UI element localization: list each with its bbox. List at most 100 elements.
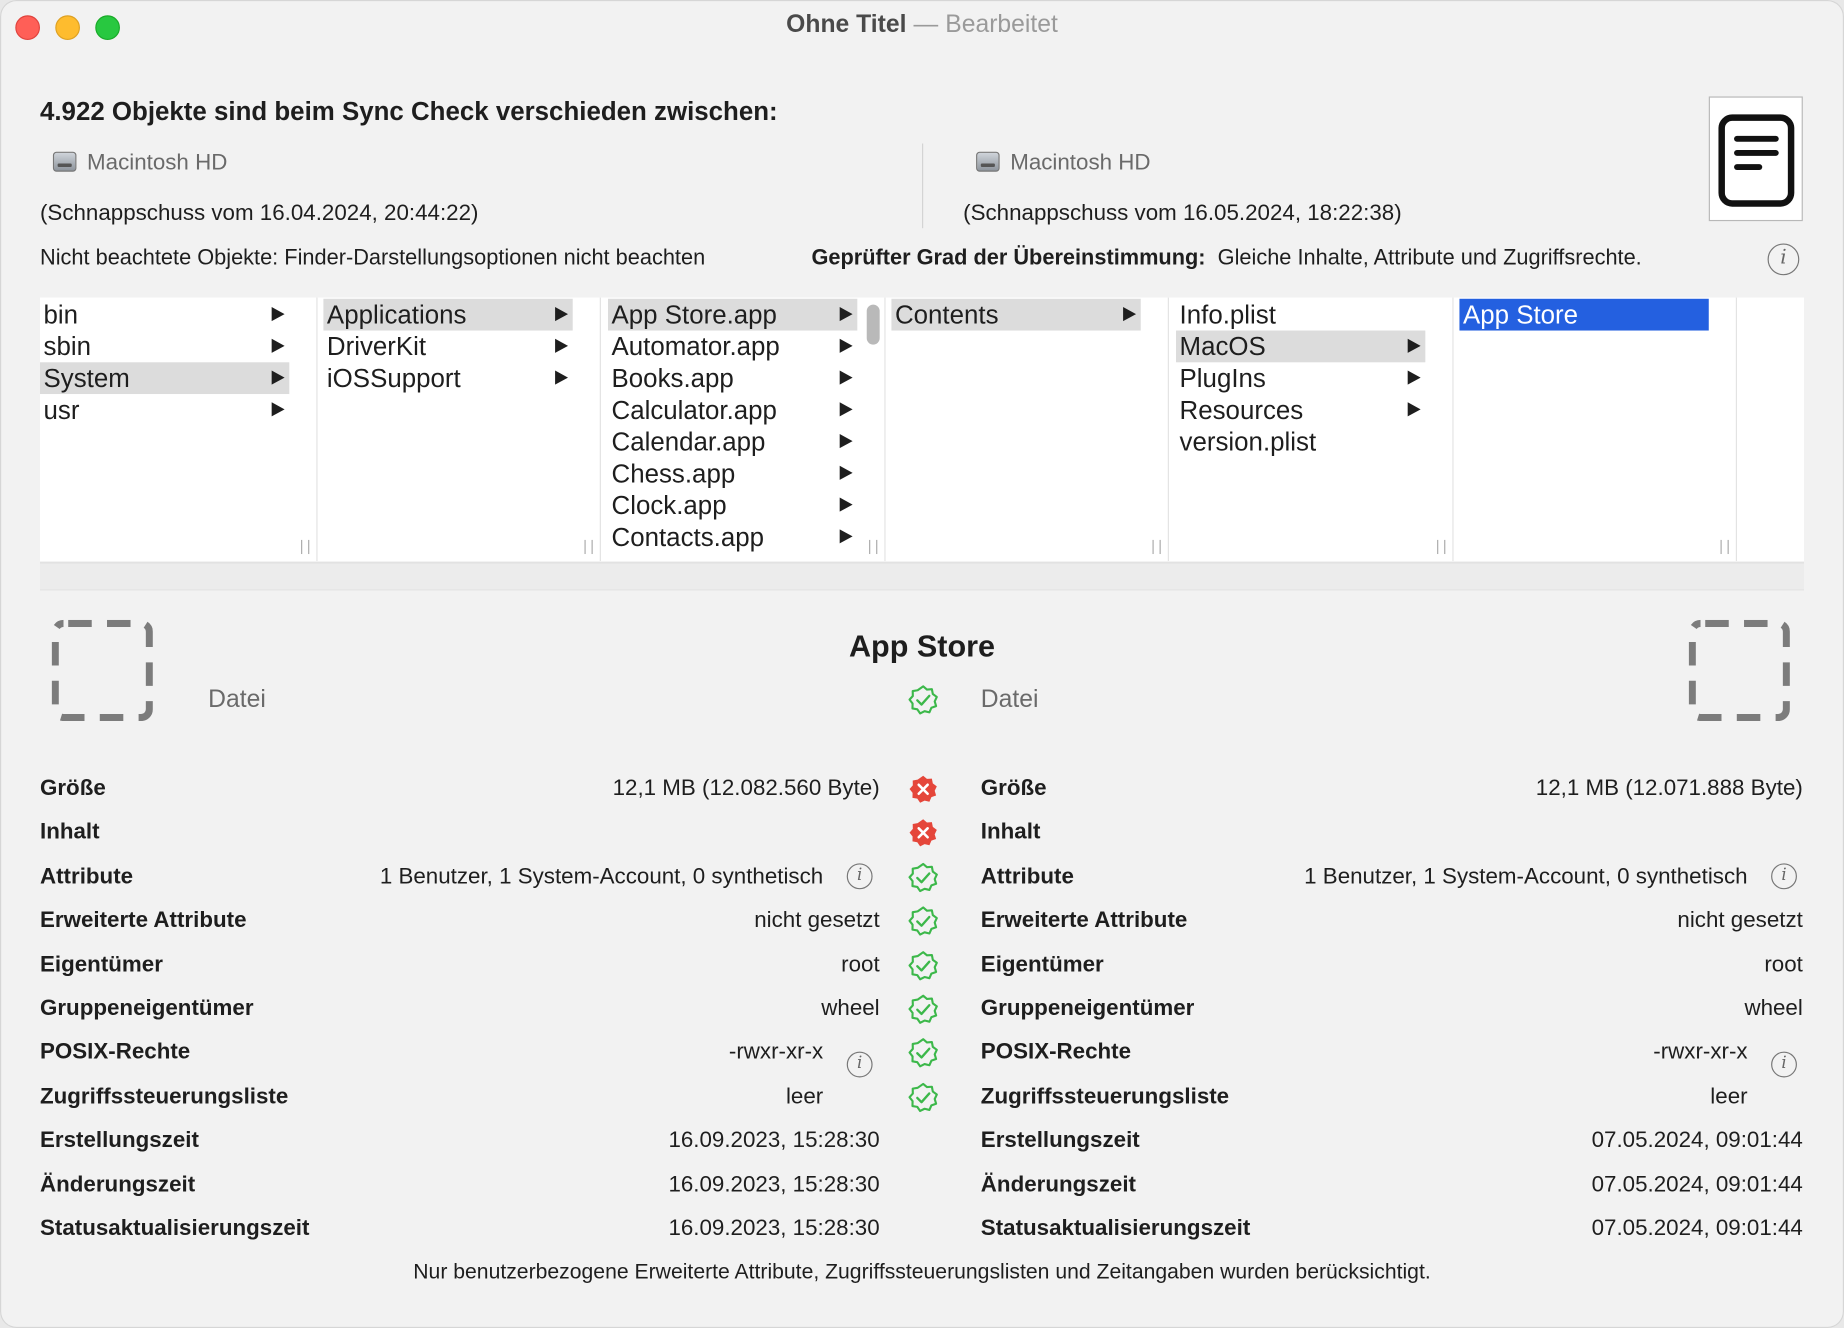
report-button[interactable] bbox=[1708, 96, 1803, 222]
left-inhalt-label: Inhalt bbox=[39, 820, 100, 846]
left-erstellungszeit-value: 16.09.2023, 15:28:30 bbox=[668, 1128, 880, 1153]
column-resize-handle[interactable] bbox=[584, 539, 593, 555]
right-groesse-label: Größe bbox=[980, 776, 1047, 802]
info-icon[interactable]: i bbox=[846, 1052, 873, 1078]
browser-item[interactable]: Books.app bbox=[608, 362, 857, 394]
browser-item[interactable]: Calculator.app bbox=[608, 394, 857, 426]
browser-column-4[interactable]: Contents bbox=[891, 297, 1169, 562]
right-eigentuemer-value: root bbox=[1764, 952, 1803, 978]
hard-disk-icon bbox=[976, 151, 1000, 172]
browser-item[interactable]: Chess.app bbox=[608, 458, 857, 490]
left-gruppeneigentuemer-label: Gruppeneigentümer bbox=[39, 996, 254, 1022]
browser-item-selected[interactable]: Applications bbox=[323, 298, 573, 331]
browser-horizontal-divider[interactable] bbox=[39, 562, 1805, 591]
browser-column-1[interactable]: bin sbin System usr bbox=[39, 297, 318, 562]
browser-item[interactable]: iOSSupport bbox=[323, 362, 572, 394]
browser-item[interactable]: Resources bbox=[1176, 394, 1425, 426]
check-badge-icon bbox=[908, 994, 939, 1025]
column-scrollbar[interactable] bbox=[866, 304, 880, 345]
left-snapshot: (Schnappschuss vom 16.04.2024, 20:44:22) bbox=[39, 201, 479, 226]
right-kind: Datei bbox=[980, 685, 1039, 713]
chevron-right-icon bbox=[839, 338, 853, 353]
browser-item[interactable]: sbin bbox=[40, 331, 289, 363]
right-disk-name: Macintosh HD bbox=[1010, 150, 1151, 176]
chevron-right-icon bbox=[555, 338, 569, 353]
left-posix-rechte-value: -rwxr-xr-x bbox=[728, 1040, 824, 1065]
file-placeholder-icon bbox=[1688, 619, 1790, 722]
right-erstellungszeit-value: 07.05.2024, 09:01:44 bbox=[1591, 1128, 1803, 1153]
right-statusaktualisierungszeit-label: Statusaktualisierungszeit bbox=[980, 1216, 1251, 1241]
ignored-objects-label: Nicht beachtete Objekte: bbox=[39, 244, 279, 270]
chevron-right-icon bbox=[1123, 307, 1137, 322]
left-disk-name: Macintosh HD bbox=[87, 150, 228, 176]
browser-item[interactable]: bin bbox=[40, 299, 289, 331]
right-gruppeneigentuemer-label: Gruppeneigentümer bbox=[980, 996, 1195, 1022]
browser-item[interactable]: usr bbox=[40, 394, 289, 426]
left-eigentuemer-value: root bbox=[841, 952, 880, 978]
browser-column-6[interactable]: App Store bbox=[1459, 297, 1737, 562]
left-erstellungszeit-label: Erstellungszeit bbox=[39, 1128, 199, 1153]
browser-column-2[interactable]: Applications DriverKit iOSSupport bbox=[323, 297, 601, 562]
chevron-right-icon bbox=[839, 529, 853, 544]
browser-item[interactable]: Info.plist bbox=[1176, 299, 1425, 331]
chevron-right-icon bbox=[839, 402, 853, 417]
right-erstellungszeit-label: Erstellungszeit bbox=[980, 1128, 1140, 1153]
browser-item-selected[interactable]: Contents bbox=[891, 298, 1141, 331]
left-attribute-value: 1 Benutzer, 1 System-Account, 0 syntheti… bbox=[379, 864, 824, 890]
hard-disk-icon bbox=[52, 151, 77, 172]
chevron-right-icon bbox=[555, 307, 569, 322]
info-icon[interactable]: i bbox=[1771, 863, 1797, 890]
browser-item[interactable]: Automator.app bbox=[608, 331, 857, 363]
right-eigentuemer-label: Eigentümer bbox=[980, 952, 1104, 978]
right-posix-rechte-label: POSIX-Rechte bbox=[980, 1040, 1132, 1065]
check-badge-icon bbox=[908, 685, 938, 715]
browser-item[interactable]: DriverKit bbox=[323, 331, 572, 363]
column-resize-handle[interactable] bbox=[1437, 539, 1446, 555]
left-zugriffssteuerungsliste-value: leer bbox=[785, 1084, 824, 1109]
chevron-right-icon bbox=[555, 370, 569, 385]
info-icon[interactable]: i bbox=[846, 863, 873, 890]
browser-item-selected[interactable]: System bbox=[39, 362, 290, 395]
right-gruppeneigentuemer-value: wheel bbox=[1744, 996, 1803, 1022]
column-resize-handle[interactable] bbox=[1720, 539, 1729, 555]
ignored-objects: Nicht beachtete Objekte: Finder-Darstell… bbox=[40, 245, 705, 271]
right-groesse-value: 12,1 MB (12.071.888 Byte) bbox=[1535, 776, 1803, 802]
match-degree: Geprüfter Grad der Übereinstimmung: Glei… bbox=[811, 245, 1641, 271]
footnote: Nur benutzerbezogene Erweiterte Attribut… bbox=[413, 1259, 1431, 1284]
left-kind: Datei bbox=[208, 685, 266, 713]
match-degree-label: Geprüfter Grad der Übereinstimmung: bbox=[811, 244, 1206, 270]
left-aenderungszeit-value: 16.09.2023, 15:28:30 bbox=[668, 1172, 880, 1197]
browser-item[interactable]: PlugIns bbox=[1176, 362, 1425, 394]
item-title: App Store bbox=[848, 628, 996, 664]
browser-item[interactable]: Clock.app bbox=[608, 489, 857, 521]
document-icon bbox=[1718, 114, 1795, 207]
chevron-right-icon bbox=[271, 370, 285, 385]
chevron-right-icon bbox=[839, 370, 853, 385]
browser-column-3[interactable]: App Store.app Automator.app Books.app Ca… bbox=[608, 297, 886, 562]
right-disk: Macintosh HD bbox=[976, 150, 1151, 177]
browser-item-selected[interactable]: App Store bbox=[1459, 298, 1709, 331]
window-title: Ohne Titel bbox=[786, 10, 907, 38]
right-aenderungszeit-label: Änderungszeit bbox=[980, 1172, 1136, 1197]
column-resize-handle[interactable] bbox=[869, 539, 878, 555]
browser-item-selected[interactable]: App Store.app bbox=[608, 298, 858, 331]
info-icon[interactable]: i bbox=[1767, 243, 1800, 276]
info-icon[interactable]: i bbox=[1771, 1052, 1797, 1078]
column-resize-handle[interactable] bbox=[1152, 539, 1161, 555]
check-badge-icon bbox=[908, 1038, 939, 1069]
column-resize-handle[interactable] bbox=[301, 539, 310, 555]
browser-item[interactable]: version.plist bbox=[1176, 426, 1425, 458]
browser-item-selected[interactable]: MacOS bbox=[1176, 330, 1426, 363]
browser-column-5[interactable]: Info.plist MacOS PlugIns Resources versi… bbox=[1176, 297, 1454, 562]
left-groesse-label: Größe bbox=[39, 776, 106, 802]
browser-item[interactable]: Calendar.app bbox=[608, 426, 857, 458]
left-posix-rechte-label: POSIX-Rechte bbox=[39, 1040, 191, 1065]
left-aenderungszeit-label: Änderungszeit bbox=[39, 1172, 196, 1197]
browser-item[interactable]: Contacts.app bbox=[608, 521, 857, 553]
chevron-right-icon bbox=[839, 307, 853, 322]
check-badge-icon bbox=[908, 1082, 939, 1113]
chevron-right-icon bbox=[1407, 402, 1421, 417]
right-posix-rechte-value: -rwxr-xr-x bbox=[1653, 1040, 1748, 1065]
right-inhalt-label: Inhalt bbox=[980, 820, 1041, 846]
check-badge-icon bbox=[908, 950, 939, 981]
